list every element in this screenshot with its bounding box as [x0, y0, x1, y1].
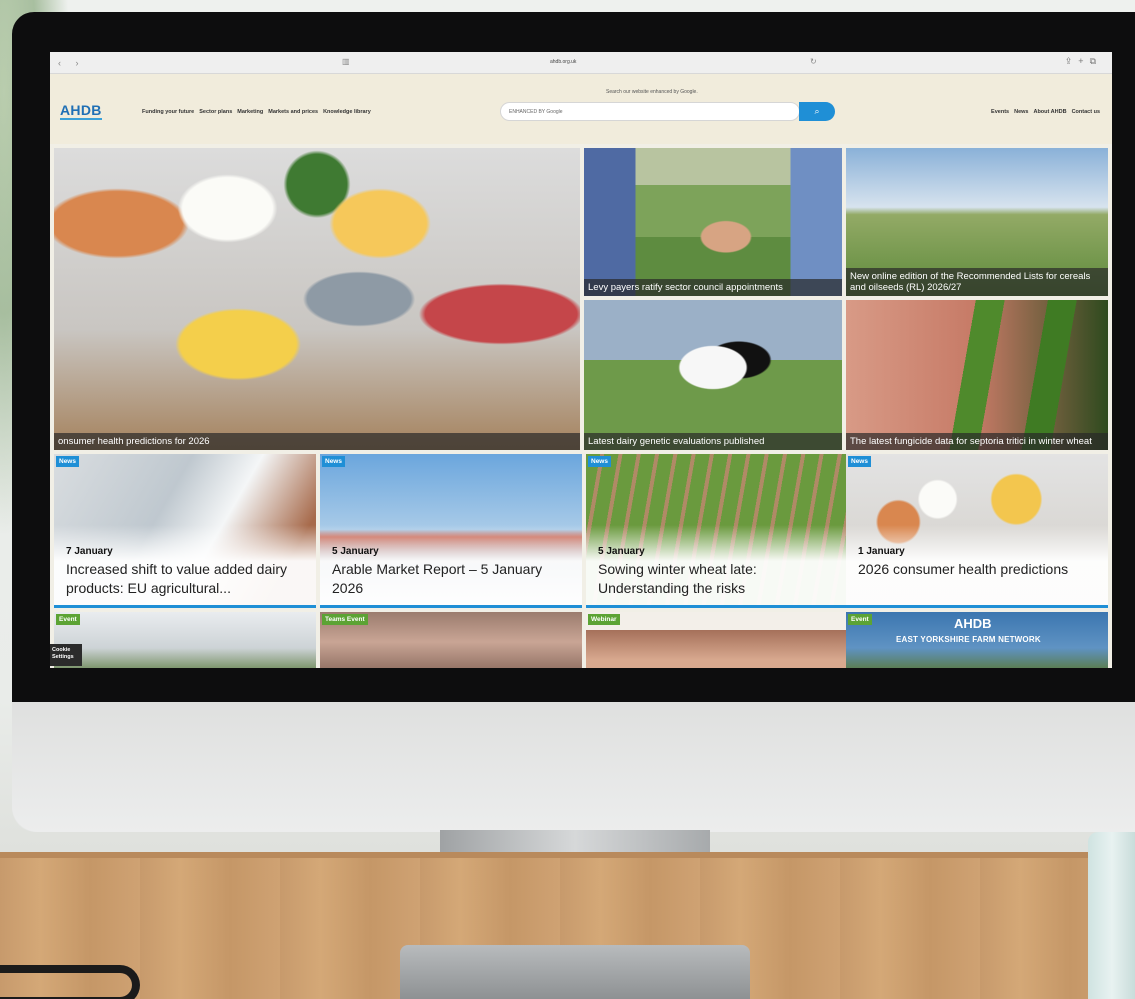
news-badge: News	[588, 456, 611, 467]
nav-knowledge-library[interactable]: Knowledge library	[323, 109, 371, 115]
news-date: 5 January	[332, 546, 379, 557]
news-date: 5 January	[598, 546, 645, 557]
event-badge: Webinar	[588, 614, 620, 625]
event-badge: Event	[56, 614, 80, 625]
news-card[interactable]: News 5 January Arable Market Report – 5 …	[320, 454, 582, 608]
event-badge: Event	[848, 614, 872, 625]
news-card[interactable]: News 1 January 2026 consumer health pred…	[846, 454, 1108, 608]
event-logo: AHDB	[954, 616, 992, 631]
hero-caption: Levy payers ratify sector council appoin…	[584, 279, 842, 296]
hero-caption: The latest fungicide data for septoria t…	[846, 433, 1108, 450]
nav-news[interactable]: News	[1014, 109, 1028, 115]
news-badge: News	[322, 456, 345, 467]
nav-contact[interactable]: Contact us	[1072, 109, 1100, 115]
monitor-chin	[12, 702, 1135, 832]
monitor-stand-base	[400, 945, 750, 999]
browser-toolbar: ‹ › ▥ ahdb.org.uk ↻ ⇪+⧉	[50, 52, 1112, 74]
mug	[1088, 832, 1135, 999]
nav-events[interactable]: Events	[991, 109, 1009, 115]
cookie-settings-button[interactable]: Cookie Settings	[50, 644, 82, 666]
news-title[interactable]: 2026 consumer health predictions	[858, 560, 1098, 579]
news-date: 7 January	[66, 546, 113, 557]
event-card[interactable]: Event	[54, 612, 316, 668]
event-badge: Teams Event	[322, 614, 368, 625]
news-card[interactable]: News 5 January Sowing winter wheat late:…	[586, 454, 848, 608]
search-button[interactable]: ⌕	[799, 102, 835, 121]
events-row: Event Teams Event Webinar Event AHDB EAS…	[54, 612, 1108, 668]
news-cards: News 7 January Increased shift to value …	[54, 454, 1108, 608]
sidebar-icon[interactable]: ▥	[342, 57, 350, 66]
event-card[interactable]: Event AHDB EAST YORKSHIRE FARM NETWORK	[846, 612, 1108, 668]
search-input[interactable]: ENHANCED BY Google	[500, 102, 800, 121]
hero-tile-levy[interactable]: Levy payers ratify sector council appoin…	[584, 148, 842, 296]
news-badge: News	[56, 456, 79, 467]
hero-main-tile[interactable]: onsumer health predictions for 2026	[54, 148, 580, 450]
news-date: 1 January	[858, 546, 905, 557]
event-card[interactable]: Teams Event	[320, 612, 582, 668]
address-bar[interactable]: ahdb.org.uk	[550, 59, 576, 65]
hero-caption: Latest dairy genetic evaluations publish…	[584, 433, 842, 450]
news-card[interactable]: News 7 January Increased shift to value …	[54, 454, 316, 608]
back-forward-icon[interactable]: ‹ ›	[58, 58, 98, 68]
hero-grid: onsumer health predictions for 2026 Levy…	[54, 148, 1108, 556]
event-title: EAST YORKSHIRE FARM NETWORK	[896, 635, 1041, 644]
main-nav: Funding your future Sector plans Marketi…	[142, 109, 371, 115]
utility-nav: Events News About AHDB Contact us	[991, 109, 1100, 115]
nav-sector-plans[interactable]: Sector plans	[199, 109, 232, 115]
glasses	[0, 965, 140, 999]
site-header: AHDB Funding your future Sector plans Ma…	[50, 74, 1112, 144]
reload-icon[interactable]: ↻	[810, 57, 817, 66]
nav-marketing[interactable]: Marketing	[237, 109, 263, 115]
browser-actions[interactable]: ⇪+⧉	[1065, 56, 1102, 67]
news-badge: News	[848, 456, 871, 467]
screen: ‹ › ▥ ahdb.org.uk ↻ ⇪+⧉ AHDB Funding you…	[50, 52, 1112, 668]
news-title[interactable]: Sowing winter wheat late: Understanding …	[598, 560, 838, 598]
site-logo[interactable]: AHDB	[60, 103, 102, 120]
nav-funding[interactable]: Funding your future	[142, 109, 194, 115]
news-title[interactable]: Increased shift to value added dairy pro…	[66, 560, 306, 598]
hero-tile-dairy-genetics[interactable]: Latest dairy genetic evaluations publish…	[584, 300, 842, 450]
nav-about[interactable]: About AHDB	[1033, 109, 1066, 115]
hero-tile-fungicide[interactable]: The latest fungicide data for septoria t…	[846, 300, 1108, 450]
nav-markets-prices[interactable]: Markets and prices	[268, 109, 318, 115]
search-hint: Search our website enhanced by Google.	[606, 89, 698, 95]
hero-tile-recommended-lists[interactable]: New online edition of the Recommended Li…	[846, 148, 1108, 296]
search-icon: ⌕	[814, 106, 820, 116]
event-card[interactable]: Webinar	[586, 612, 848, 668]
hero-caption: New online edition of the Recommended Li…	[846, 268, 1108, 296]
news-title[interactable]: Arable Market Report – 5 January 2026	[332, 560, 572, 598]
hero-caption: onsumer health predictions for 2026	[54, 433, 580, 450]
